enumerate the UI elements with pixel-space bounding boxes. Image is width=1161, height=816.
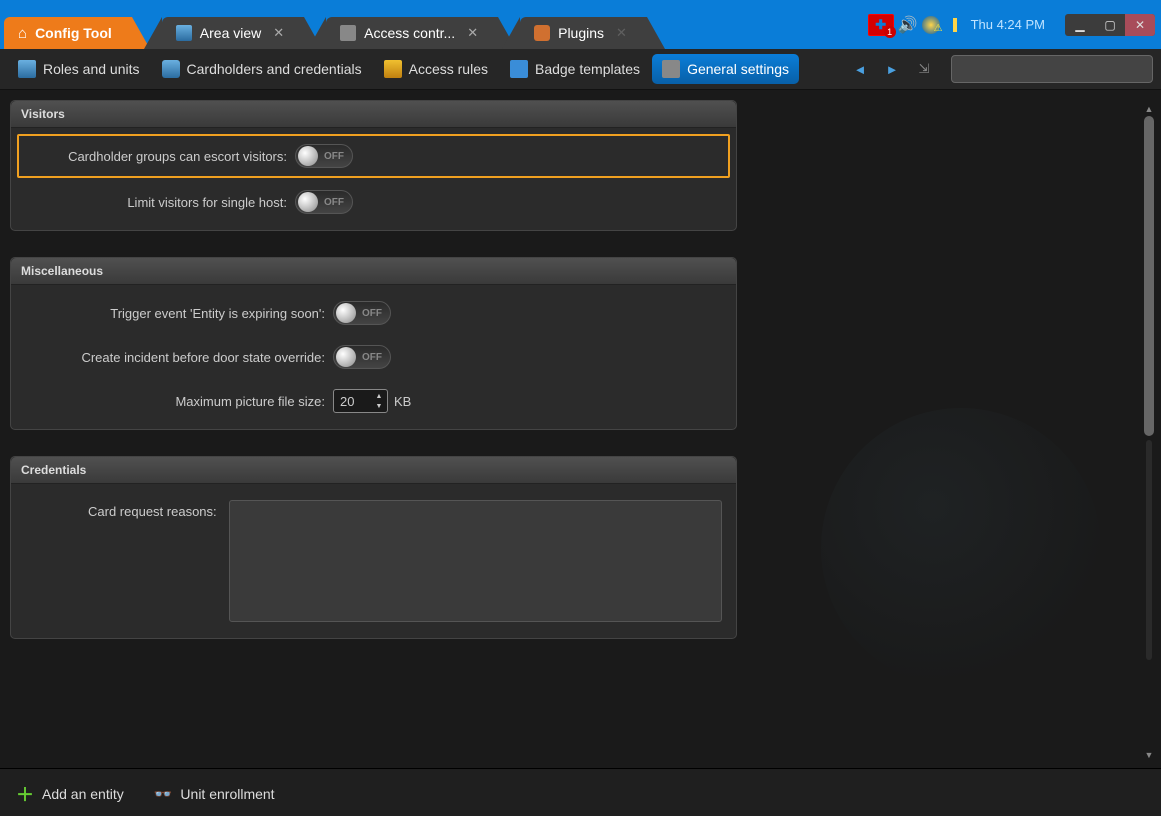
escort-toggle[interactable]: OFF xyxy=(295,144,353,168)
settings-icon xyxy=(662,60,680,78)
add-entity-label: Add an entity xyxy=(42,786,124,802)
reasons-textarea[interactable] xyxy=(229,500,722,622)
trigger-label: Trigger event 'Entity is expiring soon': xyxy=(25,306,333,321)
subtab-label: Roles and units xyxy=(43,61,140,77)
tab-access-control[interactable]: Access contr... ✕ xyxy=(326,17,498,49)
toggle-knob xyxy=(336,303,356,323)
subtab-label: Badge templates xyxy=(535,61,640,77)
incident-toggle[interactable]: OFF xyxy=(333,345,391,369)
subtab-cardholders[interactable]: Cardholders and credentials xyxy=(152,54,372,84)
toggle-knob xyxy=(298,192,318,212)
row-card-reasons: Card request reasons: xyxy=(25,500,722,622)
status-bar-icon[interactable] xyxy=(953,13,957,37)
tab-config-tool[interactable]: ⌂ Config Tool xyxy=(4,17,132,49)
plugin-icon xyxy=(534,25,550,41)
row-picture-size: Maximum picture file size: 20 ▲▼ KB xyxy=(25,389,722,413)
limit-toggle[interactable]: OFF xyxy=(295,190,353,214)
toggle-state: OFF xyxy=(324,151,344,162)
toggle-state: OFF xyxy=(324,197,344,208)
footer-bar: ＋ Add an entity 👓 Unit enrollment xyxy=(0,768,1161,816)
nav-export-button[interactable]: ⇲ xyxy=(911,56,937,82)
picsize-value: 20 xyxy=(340,394,354,409)
close-button[interactable]: ✕ xyxy=(1125,14,1155,36)
row-limit-visitors: Limit visitors for single host: OFF xyxy=(25,190,722,214)
reasons-label: Card request reasons: xyxy=(25,500,229,519)
rules-icon xyxy=(384,60,402,78)
tab-label: Plugins xyxy=(558,25,604,41)
volume-icon[interactable]: 🔊 xyxy=(898,13,918,37)
tab-label: Area view xyxy=(200,25,261,41)
row-trigger-event: Trigger event 'Entity is expiring soon':… xyxy=(25,301,722,325)
plus-icon: ＋ xyxy=(16,781,34,807)
incident-label: Create incident before door state overri… xyxy=(25,350,333,365)
limit-label: Limit visitors for single host: xyxy=(25,195,295,210)
nav-back-button[interactable]: ◄ xyxy=(847,56,873,82)
panel-title: Visitors xyxy=(11,101,736,128)
tab-close-icon[interactable]: ✕ xyxy=(273,25,284,41)
notification-badge[interactable]: ✚ 1 xyxy=(868,14,894,36)
content-area: Visitors Cardholder groups can escort vi… xyxy=(0,90,1161,768)
home-icon: ⌂ xyxy=(18,25,27,42)
maximize-button[interactable]: ▢ xyxy=(1095,14,1125,36)
tab-close-icon[interactable]: ✕ xyxy=(616,25,627,41)
toggle-state: OFF xyxy=(362,308,382,319)
toggle-state: OFF xyxy=(362,352,382,363)
row-escort-visitors: Cardholder groups can escort visitors: O… xyxy=(17,134,730,178)
minimize-button[interactable]: ▁ xyxy=(1065,14,1095,36)
area-icon xyxy=(176,25,192,41)
vertical-scrollbar[interactable]: ▲ ▼ xyxy=(1143,104,1155,760)
clock: Thu 4:24 PM xyxy=(961,13,1055,37)
unit-enrollment-label: Unit enrollment xyxy=(180,786,274,802)
panel-miscellaneous: Miscellaneous Trigger event 'Entity is e… xyxy=(10,257,737,430)
toggle-knob xyxy=(336,347,356,367)
subtab-label: General settings xyxy=(687,61,789,77)
scroll-thumb[interactable] xyxy=(1144,116,1154,436)
unit-enrollment-button[interactable]: 👓 Unit enrollment xyxy=(154,785,275,803)
add-entity-button[interactable]: ＋ Add an entity xyxy=(16,781,124,807)
cardholders-icon xyxy=(162,60,180,78)
tab-area-view[interactable]: Area view ✕ xyxy=(162,17,304,49)
roles-icon xyxy=(18,60,36,78)
scroll-up-arrow[interactable]: ▲ xyxy=(1143,104,1155,114)
nav-forward-button[interactable]: ► xyxy=(879,56,905,82)
clipboard-icon xyxy=(340,25,356,41)
scroll-track xyxy=(1146,440,1152,660)
sub-tabs: Roles and units Cardholders and credenti… xyxy=(0,49,1161,90)
picsize-unit: KB xyxy=(394,394,411,409)
subtab-access-rules[interactable]: Access rules xyxy=(374,54,498,84)
subtab-general-settings[interactable]: General settings xyxy=(652,54,799,84)
spinner[interactable]: ▲▼ xyxy=(372,391,386,411)
row-create-incident: Create incident before door state overri… xyxy=(25,345,722,369)
toggle-knob xyxy=(298,146,318,166)
subtab-roles[interactable]: Roles and units xyxy=(8,54,150,84)
scroll-down-arrow[interactable]: ▼ xyxy=(1143,750,1155,760)
window-controls: ▁ ▢ ✕ xyxy=(1065,14,1155,36)
trigger-toggle[interactable]: OFF xyxy=(333,301,391,325)
notification-count: 1 xyxy=(884,26,896,38)
picsize-input[interactable]: 20 ▲▼ xyxy=(333,389,388,413)
tab-label: Config Tool xyxy=(35,25,112,41)
tab-plugins[interactable]: Plugins ✕ xyxy=(520,17,647,49)
subtab-badge-templates[interactable]: Badge templates xyxy=(500,54,650,84)
panel-credentials: Credentials Card request reasons: xyxy=(10,456,737,639)
subtab-label: Cardholders and credentials xyxy=(187,61,362,77)
search-input[interactable] xyxy=(951,55,1153,83)
panel-title: Miscellaneous xyxy=(11,258,736,285)
globe-watermark xyxy=(821,408,1101,688)
binoculars-icon: 👓 xyxy=(154,785,173,803)
tab-close-icon[interactable]: ✕ xyxy=(467,25,478,41)
picsize-label: Maximum picture file size: xyxy=(25,394,333,409)
subtab-label: Access rules xyxy=(409,61,488,77)
escort-label: Cardholder groups can escort visitors: xyxy=(25,149,295,164)
tab-label: Access contr... xyxy=(364,25,455,41)
shield-icon[interactable]: ⚠ xyxy=(922,13,949,37)
panel-title: Credentials xyxy=(11,457,736,484)
badge-icon xyxy=(510,60,528,78)
panel-visitors: Visitors Cardholder groups can escort vi… xyxy=(10,100,737,231)
